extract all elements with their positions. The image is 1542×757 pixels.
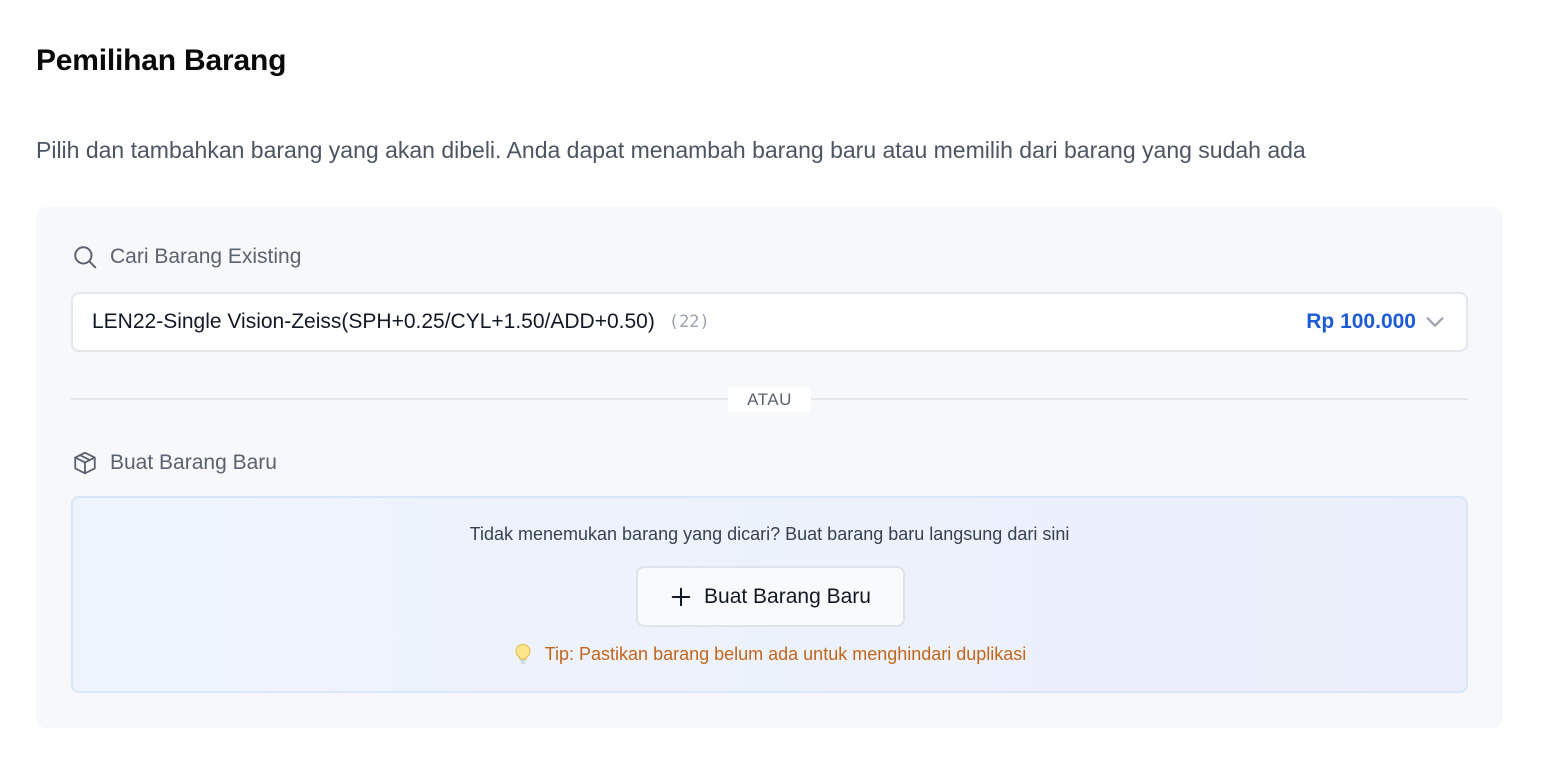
create-item-button-label: Buat Barang Baru xyxy=(704,584,871,608)
create-section-label-text: Buat Barang Baru xyxy=(110,451,277,474)
tip-text: Tip: Pastikan barang belum ada untuk men… xyxy=(544,643,1027,664)
page-description: Pilih dan tambahkan barang yang akan dib… xyxy=(36,137,1306,163)
tip-message: Tip: Pastikan barang belum ada untuk men… xyxy=(73,643,1466,665)
create-item-box: Tidak menemukan barang yang dicari? Buat… xyxy=(71,496,1468,693)
page: Pemilihan Barang Pilih dan tambahkan bar… xyxy=(0,0,1542,757)
plus-icon xyxy=(670,586,692,608)
create-prompt-text: Tidak menemukan barang yang dicari? Buat… xyxy=(469,524,1070,544)
item-select-dropdown[interactable]: LEN22-Single Vision-Zeiss(SPH+0.25/CYL+1… xyxy=(71,292,1468,352)
create-item-button[interactable]: Buat Barang Baru xyxy=(636,566,905,627)
selected-item-price: Rp 100.000 xyxy=(1306,310,1416,333)
chevron-down-icon[interactable] xyxy=(1424,311,1446,333)
page-title: Pemilihan Barang xyxy=(36,44,287,77)
lightbulb-icon xyxy=(513,643,533,665)
selected-item-count: (22) xyxy=(668,312,710,332)
create-section-label: Buat Barang Baru xyxy=(72,450,277,476)
search-section-label: Cari Barang Existing xyxy=(72,244,301,270)
search-section-label-text: Cari Barang Existing xyxy=(110,245,302,268)
selected-item-name: LEN22-Single Vision-Zeiss(SPH+0.25/CYL+1… xyxy=(92,310,655,333)
item-selection-panel: Cari Barang Existing LEN22-Single Vision… xyxy=(36,207,1503,728)
divider-or-text: ATAU xyxy=(728,387,811,412)
search-icon xyxy=(72,244,98,270)
box-icon xyxy=(72,450,98,476)
